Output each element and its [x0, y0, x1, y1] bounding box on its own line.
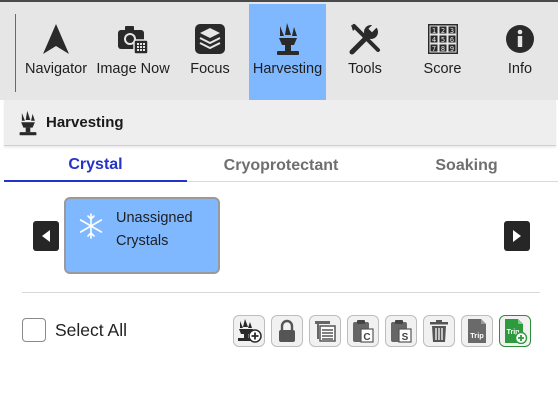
- clipboard-s-text: S: [402, 332, 409, 343]
- clipboard-s-button[interactable]: S: [385, 315, 417, 347]
- card-line-2: Crystals: [116, 233, 169, 249]
- toolbar-label: Harvesting: [252, 61, 323, 77]
- trip-add-icon: Trip: [505, 319, 528, 344]
- toolbar-label: Image Now: [96, 61, 170, 77]
- clipboard-c-button[interactable]: C: [347, 315, 379, 347]
- triangle-left-icon: [42, 230, 50, 242]
- tab-soaking[interactable]: Soaking: [375, 150, 558, 182]
- toolbar-image-now-button[interactable]: Image Now: [94, 4, 172, 102]
- camera-icon: [117, 22, 149, 56]
- harvest-add-icon: [238, 319, 262, 343]
- svg-text:9: 9: [449, 45, 453, 53]
- harvesting-tool-icon: [18, 110, 38, 136]
- svg-text:3: 3: [449, 27, 453, 35]
- info-icon: [505, 22, 535, 56]
- main-toolbar: Navigator Image Now Focus Harvesting Too…: [0, 0, 558, 102]
- tab-cryoprotectant[interactable]: Cryoprotectant: [187, 150, 375, 182]
- delete-button[interactable]: [423, 315, 455, 347]
- trash-icon: [430, 320, 448, 342]
- trip-icon: Trip: [468, 319, 486, 343]
- navigator-arrow-icon: [42, 22, 70, 56]
- harvesting-tool-icon: [275, 22, 301, 56]
- wrench-screwdriver-icon: [349, 22, 381, 56]
- section-header: Harvesting: [4, 100, 556, 146]
- svg-text:5: 5: [440, 36, 444, 44]
- toolbar-label: Score: [423, 61, 462, 77]
- select-all-control[interactable]: Select All: [22, 318, 127, 342]
- svg-text:2: 2: [440, 27, 444, 35]
- focus-layers-icon: [194, 22, 226, 56]
- snowflake-icon: [78, 213, 104, 244]
- svg-text:6: 6: [449, 36, 453, 44]
- toolbar-label: Focus: [190, 61, 230, 77]
- triangle-right-icon: [513, 230, 521, 242]
- toolbar-harvesting-button[interactable]: Harvesting: [249, 4, 326, 102]
- trip-button[interactable]: Trip: [461, 315, 493, 347]
- toolbar-label: Navigator: [24, 61, 88, 77]
- score-grid-icon: 123 456 789: [427, 22, 459, 56]
- divider: [22, 292, 540, 293]
- card-text: Unassigned Crystals: [116, 207, 193, 253]
- toolbar-focus-button[interactable]: Focus: [172, 4, 248, 102]
- toolbar-tools-button[interactable]: Tools: [327, 4, 403, 102]
- toolbar-navigator-button[interactable]: Navigator: [18, 4, 94, 102]
- clipboard-s-icon: S: [391, 320, 412, 343]
- svg-text:8: 8: [440, 45, 444, 53]
- toolbar-label: Info: [507, 61, 533, 77]
- svg-text:1: 1: [431, 27, 435, 35]
- tab-crystal[interactable]: Crystal: [4, 150, 187, 182]
- list-button[interactable]: [309, 315, 341, 347]
- toolbar-info-button[interactable]: Info: [482, 4, 558, 102]
- lock-icon: [279, 319, 295, 342]
- toolbar-label: Tools: [348, 61, 382, 77]
- lock-button[interactable]: [271, 315, 303, 347]
- toolbar-score-button[interactable]: 123 456 789 Score: [404, 4, 481, 102]
- clipboard-c-text: C: [363, 332, 370, 343]
- toolbar-separator: [15, 14, 16, 92]
- add-harvest-button[interactable]: [233, 315, 265, 347]
- add-trip-button[interactable]: Trip: [499, 315, 531, 347]
- previous-button[interactable]: [33, 221, 59, 251]
- trip-text: Trip: [470, 331, 484, 340]
- list-icon: [315, 321, 336, 342]
- section-title: Harvesting: [46, 114, 124, 131]
- clipboard-c-icon: C: [353, 320, 374, 343]
- select-all-checkbox[interactable]: [22, 318, 46, 342]
- card-line-1: Unassigned: [116, 210, 193, 226]
- svg-text:4: 4: [431, 36, 435, 44]
- next-button[interactable]: [504, 221, 530, 251]
- select-all-label: Select All: [55, 319, 127, 340]
- svg-text:7: 7: [431, 45, 435, 53]
- unassigned-crystals-card[interactable]: Unassigned Crystals: [64, 197, 220, 274]
- harvest-tabs: Crystal Cryoprotectant Soaking: [4, 150, 558, 182]
